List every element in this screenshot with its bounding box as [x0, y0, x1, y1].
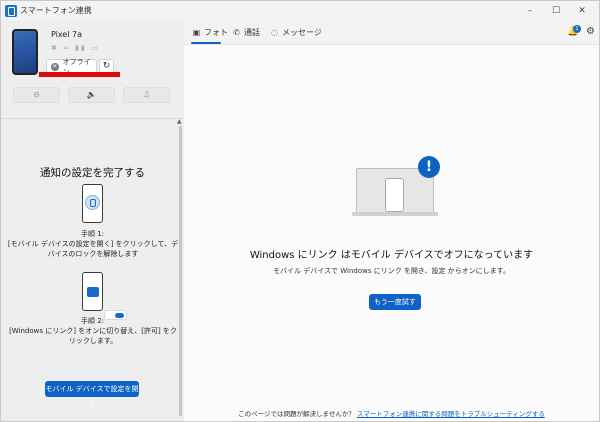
phone-link-app-icon — [5, 5, 17, 17]
volume-button[interactable]: 🔈 — [68, 87, 115, 103]
alert-icon: ! — [418, 156, 440, 178]
device-name: Pixel 7a — [51, 30, 83, 39]
offline-icon: ✕ — [51, 62, 59, 71]
step1-label: 手順 1: — [80, 230, 105, 238]
music-icon: ♫ — [142, 90, 151, 99]
notification-count-badge: 1 — [573, 25, 581, 33]
tab-messages[interactable]: ◌ メッセージ — [270, 27, 322, 38]
notification-setup-title: 通知の設定を完了する — [40, 167, 145, 179]
step1-phone-illustration — [82, 184, 103, 223]
device-status-icons: ✱ ≈ ▮▮ ▭ — [51, 44, 100, 52]
app-window: スマートフォン連携 – ☐ ✕ Pixel 7a ✱ ≈ ▮▮ ▭ ✕ オフライ… — [0, 0, 600, 422]
footer-text: このページでは問題が解決しませんか？ — [238, 410, 355, 418]
device-thumbnail — [12, 29, 38, 75]
scroll-up-arrow-icon[interactable]: ▲ — [177, 118, 182, 125]
unlock-icon — [85, 195, 100, 210]
tab-calls[interactable]: ✆ 通話 — [232, 27, 260, 38]
message-icon: ◌ — [271, 28, 278, 37]
gear-icon[interactable]: ⚙ — [586, 26, 595, 37]
do-not-disturb-icon: ⊖ — [33, 90, 40, 99]
phone-icon: ✆ — [233, 28, 240, 37]
sidebar-divider — [1, 118, 184, 119]
app-title: スマートフォン連携 — [20, 6, 92, 15]
volume-icon: 🔈 — [86, 90, 97, 99]
title-bar: スマートフォン連携 – ☐ ✕ — [1, 1, 599, 21]
open-settings-on-device-button[interactable]: モバイル デバイスで設定を開く — [45, 381, 139, 409]
tab-messages-label: メッセージ — [282, 28, 322, 37]
tab-photos-label: フォト — [204, 28, 228, 37]
phone-icon — [385, 178, 404, 212]
do-not-disturb-button[interactable]: ⊖ — [13, 87, 60, 103]
main-panel: ▣ フォト ✆ 通話 ◌ メッセージ 🔔 1 ⚙ ! Windows にリンク … — [184, 21, 599, 421]
close-button[interactable]: ✕ — [569, 3, 595, 19]
step2-description: [Windows にリンク] をオンに切り替え、[許可] をクリックします。 — [9, 327, 177, 345]
monitor-base — [352, 212, 438, 216]
maximize-button[interactable]: ☐ — [543, 3, 569, 19]
highlight-underline — [39, 72, 120, 77]
photos-icon: ▣ — [192, 28, 201, 37]
disconnected-illustration: ! — [352, 156, 446, 220]
tab-photos[interactable]: ▣ フォト — [192, 27, 228, 38]
sidebar: Pixel 7a ✱ ≈ ▮▮ ▭ ✕ オフライン ↻ ⊖ 🔈 ♫ ▲ 通知の設… — [1, 21, 184, 421]
tab-bar: ▣ フォト ✆ 通話 ◌ メッセージ 🔔 1 ⚙ — [184, 21, 599, 45]
error-subtext: モバイル デバイスで Windows にリンク を開き、設定 からオンにします。 — [273, 267, 510, 275]
active-tab-indicator — [191, 42, 221, 44]
step1-description: [モバイル デバイスの設定を開く] をクリックして、デバイスのロックを解除します — [7, 240, 179, 258]
step2-phone-illustration — [82, 272, 103, 311]
link-to-windows-icon — [87, 287, 99, 297]
error-heading: Windows にリンク はモバイル デバイスでオフになっています — [249, 250, 534, 261]
tab-calls-label: 通話 — [244, 28, 260, 37]
troubleshoot-footer: このページでは問題が解決しませんか？ スマートフォン連携に関する問題をトラブルシ… — [184, 408, 599, 418]
minimize-button[interactable]: – — [517, 3, 543, 19]
music-button[interactable]: ♫ — [123, 87, 170, 103]
step2-label: 手順 2: — [80, 317, 105, 325]
troubleshoot-link[interactable]: スマートフォン連携に関する問題をトラブルシューティングする — [357, 410, 545, 418]
retry-button[interactable]: もう一度試す — [369, 294, 421, 310]
